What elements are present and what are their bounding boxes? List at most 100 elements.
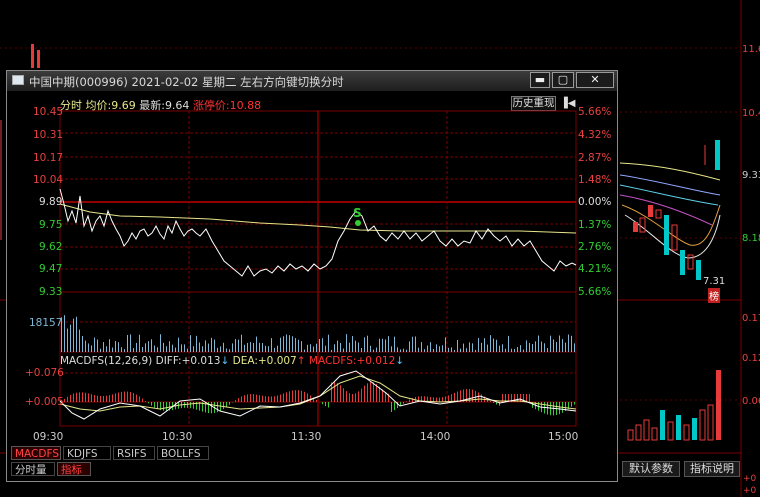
volume-bar xyxy=(331,349,332,352)
volume-bar xyxy=(550,335,551,352)
volume-bar xyxy=(178,337,179,352)
volume-bar xyxy=(403,348,404,352)
volume-bar xyxy=(391,346,392,352)
volume-bar xyxy=(436,344,437,352)
default-params-button[interactable]: 默认参数 xyxy=(622,461,680,477)
volume-bar xyxy=(238,339,239,352)
pct-tick: 0.00% xyxy=(578,196,612,208)
volume-bar xyxy=(154,345,155,352)
tab-rsifs[interactable]: RSIFS xyxy=(113,446,155,460)
price-tick: 9.47 xyxy=(39,263,63,275)
macd-bar xyxy=(364,385,365,402)
macdfs-value: +0.012 xyxy=(356,355,396,367)
indicator-help-button[interactable]: 指标说明 xyxy=(684,461,740,477)
tab-bollfs[interactable]: BOLLFS xyxy=(157,446,209,460)
volume-bar xyxy=(157,347,158,352)
volume-bar xyxy=(250,342,251,352)
macd-bar xyxy=(361,388,362,402)
pct-tick: 4.21% xyxy=(578,263,612,275)
volume-bar xyxy=(355,340,356,352)
macd-bar xyxy=(337,383,338,402)
intraday-chart xyxy=(59,110,577,427)
macd-bar xyxy=(76,392,77,402)
macd-bar xyxy=(325,402,326,407)
macd-bar xyxy=(268,396,269,402)
volume-bar xyxy=(457,340,458,352)
volume-bar xyxy=(394,336,395,352)
macd-bar xyxy=(94,395,95,402)
macdfs-label: MACDFS: xyxy=(308,355,357,367)
volume-bar xyxy=(373,349,374,352)
volume-bar xyxy=(316,343,317,352)
macd-bar xyxy=(139,396,140,402)
background-volume xyxy=(627,370,721,441)
pct-tick: 2.87% xyxy=(578,152,612,164)
pct-tick: 4.32% xyxy=(578,129,612,141)
macd-bar xyxy=(349,393,350,402)
macd-bar xyxy=(109,395,110,402)
volume-bar xyxy=(79,329,80,352)
macd-bar xyxy=(271,396,272,402)
price-tick: 9.75 xyxy=(39,219,63,231)
volume-bar xyxy=(70,324,71,352)
volume-bar xyxy=(361,347,362,352)
volume-bar xyxy=(400,349,401,352)
volume-bar xyxy=(472,343,473,352)
volume-bar xyxy=(241,334,242,352)
volume-bar xyxy=(172,344,173,352)
volume-bar xyxy=(226,348,227,352)
macd-bar xyxy=(151,402,152,406)
macd-bar xyxy=(445,396,446,402)
volume-bar xyxy=(517,347,518,352)
volume-bar xyxy=(424,349,425,352)
volume-bar xyxy=(562,339,563,352)
volume-bar xyxy=(82,335,83,352)
bg-axis-label: 9.33 xyxy=(742,170,760,181)
volume-bar xyxy=(148,341,149,352)
volume-bar xyxy=(364,337,365,352)
macd-bar xyxy=(475,390,476,402)
volume-bar xyxy=(202,346,203,352)
volume-bar xyxy=(418,347,419,352)
volume-bar xyxy=(100,348,101,352)
price-tick: 10.31 xyxy=(33,129,64,141)
volume-bar xyxy=(73,318,74,352)
macd-bar xyxy=(457,391,458,402)
tab-macdfs[interactable]: MACDFS xyxy=(11,446,61,460)
volume-bar xyxy=(466,348,467,352)
volume-bar xyxy=(313,346,314,352)
intraday-window[interactable]: 中国中期(000996) 2021-02-02 星期二 左右方向键切换分时 ▬ … xyxy=(6,70,618,482)
volume-bar xyxy=(208,343,209,352)
macd-bar xyxy=(310,395,311,402)
price-tick: 9.89 xyxy=(39,196,63,208)
volume-bar xyxy=(337,340,338,352)
macd-bar xyxy=(247,394,248,402)
macd-bar xyxy=(157,402,158,410)
bg-axis-label: 11.6 xyxy=(742,44,760,55)
pct-tick: 5.66% xyxy=(578,286,612,298)
price-tick: 10.17 xyxy=(33,152,64,164)
macd-bar xyxy=(226,402,227,408)
volume-bar xyxy=(220,346,221,352)
tab-time-volume[interactable]: 分时量 xyxy=(11,462,55,476)
bg-axis-label: 8.18 xyxy=(742,233,760,244)
macd-bar xyxy=(460,390,461,402)
volume-bar xyxy=(334,344,335,352)
volume-bar xyxy=(487,344,488,352)
macdfs-arrow: ↓ xyxy=(395,355,405,367)
volume-bar xyxy=(277,345,278,352)
volume-bar xyxy=(181,344,182,352)
macd-bar xyxy=(154,402,155,408)
time-tick: 11:30 xyxy=(291,431,322,443)
volume-bar xyxy=(322,338,323,352)
volume-bar xyxy=(475,349,476,352)
diff-arrow: ↓ xyxy=(220,355,230,367)
volume-bar xyxy=(352,336,353,352)
tab-kdjfs[interactable]: KDJFS xyxy=(63,446,111,460)
volume-bar xyxy=(481,342,482,352)
volume-bar xyxy=(163,342,164,352)
tab-indicator[interactable]: 指标 xyxy=(57,462,91,476)
volume-bar xyxy=(274,347,275,352)
rank-badge[interactable]: 榜 xyxy=(708,288,720,303)
volume-bar xyxy=(76,316,77,352)
